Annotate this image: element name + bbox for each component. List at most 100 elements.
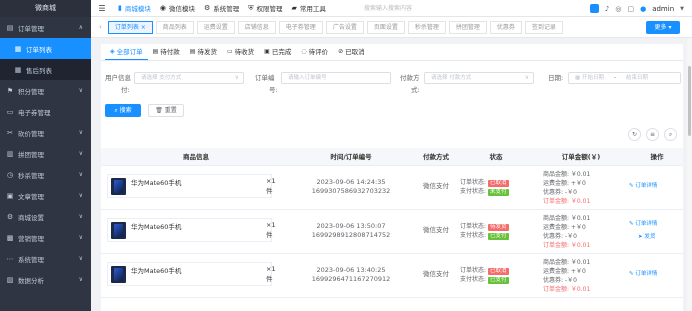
sidebar-item-coupons[interactable]: ▭ 电子券管理 (0, 101, 91, 122)
avatar[interactable]: ● (640, 5, 646, 13)
orderno-input[interactable]: 请输入订单编号 (281, 72, 391, 84)
tab-coupon2[interactable]: 优惠券 (489, 20, 522, 34)
chevron-down-icon: ∨ (78, 234, 83, 241)
module-permission[interactable]: ⛨ 权限管理 (248, 3, 282, 14)
tab-page[interactable]: 页面设置 (366, 20, 405, 34)
fullscreen-icon[interactable] (589, 4, 599, 13)
sidebar-item-label: 订单管理 (18, 24, 44, 33)
order-detail-link[interactable]: ✎ 订单详情 (629, 182, 657, 191)
module-wechat[interactable]: ◉ 微信模块 (160, 3, 195, 13)
tab-pending-review[interactable]: ◌ 待评价 (296, 44, 333, 60)
tab-pending-ship[interactable]: ▤ 待发货 (185, 44, 222, 60)
product-name: 华为Mate60手机 (131, 179, 182, 187)
chevron-down-icon[interactable]: ▼ (680, 6, 684, 12)
toolbox-icon: ▰ (291, 4, 297, 12)
sidebar-item-order-list[interactable]: ▦ 订单列表 (0, 38, 91, 59)
global-search-input[interactable]: 搜索输入搜索内容 (362, 3, 522, 14)
module-mall[interactable]: ▮ 商城模块 (118, 3, 151, 13)
sidebar-item-label: 订单列表 (26, 45, 52, 54)
topbar-right: ♪ ◎ ▢ ● admin ▼ (584, 0, 684, 17)
columns-icon[interactable]: ≡ (646, 128, 659, 141)
scrollbar-thumb[interactable] (688, 66, 691, 136)
module-system[interactable]: ⚙ 系统管理 (204, 3, 239, 13)
order-detail-link[interactable]: ✎ 订单详情 (629, 220, 657, 229)
userinfo-select[interactable]: 请选择 支付方式 ∨ (134, 72, 244, 84)
tab-label: 待发货 (197, 48, 217, 56)
product-qty: ×1件 (266, 265, 276, 283)
tab-signin[interactable]: 签到记录 (524, 20, 563, 34)
tab-shop-info[interactable]: 店铺信息 (237, 20, 276, 34)
header-status: 状态 (489, 153, 503, 161)
pay-status-line: 支付状态: 未支付 (460, 187, 509, 196)
wechat-icon: ◉ (159, 4, 166, 12)
top-navbar: ☰ ▮ 商城模块 ◉ 微信模块 ⚙ 系统管理 ⛨ 权限管理 ▰ 常用工具 搜索输入搜索内容… (91, 0, 692, 17)
pay-method: 微信支付 (423, 226, 449, 234)
doc-icon: ▤ (152, 48, 159, 55)
chevron-down-icon: ∨ (78, 192, 83, 199)
sidebar-item-analytics[interactable]: ▨ 数据分析 ∨ (0, 269, 91, 290)
sidebar-item-group-buy[interactable]: ▥ 拼团管理 ∨ (0, 143, 91, 164)
ship-link[interactable]: ➤ 发货 (638, 233, 655, 242)
tab-pending-payment[interactable]: ▤ 待付款 (148, 44, 185, 60)
date-range-picker[interactable]: ▦ 开始日期 - 结束日期 (568, 72, 681, 84)
tab-ads[interactable]: 广告设置 (325, 20, 364, 34)
search-icon[interactable]: ⌕ (664, 128, 677, 141)
search-button[interactable]: ⌕ 搜索 (105, 104, 141, 117)
goods-amount: 商品金额: ￥0.01 (543, 215, 591, 222)
tab-cancelled[interactable]: ⊘ 已取消 (333, 44, 370, 60)
label: 支付状态: (460, 232, 487, 239)
sidebar-item-flash-sale[interactable]: ◷ 秒杀管理 ∨ (0, 164, 91, 185)
sidebar-item-label: 营销管理 (18, 234, 44, 243)
tab-flash[interactable]: 秒杀管理 (407, 20, 446, 34)
tab-all-orders[interactable]: ◈ 全部订单 (105, 44, 148, 60)
order-detail-link[interactable]: ✎ 订单详情 (629, 270, 657, 279)
list-icon: ◈ (110, 47, 115, 55)
product-name: 华为Mate60手机 (131, 267, 182, 275)
tab-label: 待评价 (308, 48, 329, 56)
goods-amount: 商品金额: ￥0.01 (543, 171, 591, 178)
status-badge: 已支付 (488, 277, 509, 284)
label: 订单状态: (460, 267, 487, 274)
tab-pending-receive[interactable]: ▭ 待收货 (222, 44, 259, 60)
sidebar-item-order-management[interactable]: ▤ 订单管理 ∧ (0, 17, 91, 38)
module-tools[interactable]: ▰ 常用工具 (292, 3, 326, 13)
product-cell: 华为Mate60手机 ×1件 (107, 218, 276, 242)
refresh-icon[interactable]: ↻ (628, 128, 641, 141)
reset-button[interactable]: 🗑︎ 重置 (148, 104, 184, 117)
tab-coupon[interactable]: 电子券管理 (278, 20, 323, 34)
eye-icon[interactable]: ◎ (615, 5, 621, 13)
sidebar-item-label: 积分管理 (18, 87, 44, 96)
sidebar-item-points[interactable]: ⚑ 积分管理 ∨ (0, 80, 91, 101)
order-time: 2023-09-06 13:40:25 (316, 266, 386, 274)
sidebar-item-label: 文章管理 (18, 192, 44, 201)
page-tabs: ‹ 订单列表 × 商品列表 运费设置 店铺信息 电子券管理 广告设置 页面设置 … (91, 17, 692, 38)
pay-status-line: 支付状态: 已支付 (460, 231, 509, 240)
table-row: 华为Mate60手机 ×1件 2023-09-06 14:24:35 16993… (101, 166, 683, 210)
tab-label: 已完成 (271, 48, 292, 56)
page-scrollbar[interactable] (687, 38, 692, 311)
tabs-scroll-left-icon[interactable]: ‹ (99, 23, 102, 31)
tab-order-list[interactable]: 订单列表 × (107, 20, 153, 34)
discount-amount: 优惠券: -￥0 (543, 277, 577, 284)
more-tabs-button[interactable]: 更多 ▾ (646, 21, 680, 34)
header-actions: 操作 (650, 153, 664, 161)
tab-freight[interactable]: 运费设置 (196, 20, 235, 34)
lock-icon[interactable]: ▢ (627, 5, 634, 13)
sidebar-item-shop-settings[interactable]: ⚙ 商城设置 ∨ (0, 206, 91, 227)
sidebar-item-articles[interactable]: ▣ 文章管理 ∨ (0, 185, 91, 206)
chevron-down-icon: ∨ (78, 213, 83, 220)
sidebar-item-label: 拼团管理 (18, 150, 44, 159)
sidebar-item-aftersale-list[interactable]: ▦ 售后列表 (0, 59, 91, 80)
tab-group[interactable]: 拼团管理 (448, 20, 487, 34)
user-name[interactable]: admin (652, 5, 674, 13)
sidebar-item-bargain[interactable]: ✂ 砍价管理 ∨ (0, 122, 91, 143)
paytype-select[interactable]: 请选择 付款方式 ∨ (424, 72, 534, 84)
sidebar-item-system[interactable]: ⋯ 系统管理 ∨ (0, 248, 91, 269)
menu-toggle-icon[interactable]: ☰ (95, 4, 109, 13)
market-icon: ▩ (6, 233, 14, 242)
tab-product-list[interactable]: 商品列表 (155, 20, 194, 34)
sidebar-item-marketing[interactable]: ▩ 营销管理 ∨ (0, 227, 91, 248)
bell-icon[interactable]: ♪ (605, 5, 609, 13)
paytype-label-2: 式: (411, 86, 420, 94)
tab-completed[interactable]: ▣ 已完成 (259, 44, 296, 60)
